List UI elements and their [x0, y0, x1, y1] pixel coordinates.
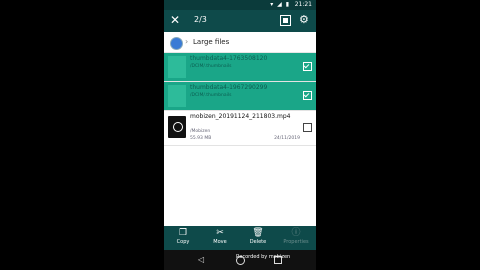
breadcrumb: › Large files — [164, 32, 316, 53]
trash-icon: 🗑 — [252, 228, 264, 238]
delete-label: Delete — [249, 239, 267, 245]
selection-count: 2/3 — [194, 15, 207, 24]
scissors-icon: ✂ — [216, 228, 224, 238]
file-list: thumbdata4-1763508120 /DCIM/.thumbnails … — [164, 53, 316, 146]
file-thumbnail-icon — [168, 56, 186, 78]
file-date: 24/11/2019 — [274, 136, 300, 141]
file-thumbnail-icon — [168, 85, 186, 107]
move-label: Move — [213, 239, 227, 245]
status-icons: ▾ ◢ ▮ — [270, 1, 290, 8]
file-checkbox[interactable] — [303, 123, 312, 132]
file-name: thumbdata4-1763508120 — [190, 55, 268, 62]
status-time: 21:21 — [294, 1, 312, 8]
file-path: /DCIM/.thumbnails — [190, 64, 232, 69]
select-all-icon[interactable] — [280, 15, 291, 26]
status-bar: ▾ ◢ ▮ 21:21 — [164, 0, 316, 10]
navigation-bar: ◁ — [164, 250, 316, 270]
list-item[interactable]: thumbdata4-1967290299 /DCIM/.thumbnails — [164, 82, 316, 111]
properties-button[interactable]: ⓘ Properties — [281, 228, 311, 245]
list-item[interactable]: thumbdata4-1763508120 /DCIM/.thumbnails — [164, 53, 316, 82]
file-path: /DCIM/.thumbnails — [190, 93, 232, 98]
move-button[interactable]: ✂ Move — [205, 228, 235, 245]
file-checkbox[interactable] — [303, 91, 312, 100]
delete-button[interactable]: 🗑 Delete — [243, 228, 273, 245]
video-thumbnail-icon — [168, 116, 186, 138]
action-bar: ❐ Copy ✂ Move 🗑 Delete ⓘ Properties — [164, 226, 316, 250]
file-size: 55.93 MB — [190, 136, 212, 141]
file-checkbox[interactable] — [303, 62, 312, 71]
close-icon[interactable]: ✕ — [170, 13, 180, 27]
file-name: mobizen_20191124_211803.mp4 — [190, 113, 291, 120]
copy-button[interactable]: ❐ Copy — [168, 228, 198, 245]
phone-screen: ▾ ◢ ▮ 21:21 ✕ 2/3 ⚙ › Large files thumbd… — [164, 0, 316, 270]
file-name: thumbdata4-1967290299 — [190, 84, 268, 91]
settings-icon[interactable]: ⚙ — [299, 13, 309, 26]
copy-icon: ❐ — [178, 228, 188, 238]
app-bar: ✕ 2/3 ⚙ — [164, 10, 316, 32]
recording-watermark: Recorded by mobizen — [236, 254, 291, 260]
list-item[interactable]: mobizen_20191124_211803.mp4 /Mobizen 55.… — [164, 111, 316, 146]
copy-label: Copy — [176, 239, 190, 245]
properties-label: Properties — [283, 239, 309, 245]
chevron-right-icon: › — [185, 37, 189, 46]
breadcrumb-label[interactable]: Large files — [193, 38, 229, 46]
back-icon[interactable]: ◁ — [198, 255, 204, 264]
info-icon: ⓘ — [291, 228, 301, 238]
file-path: /Mobizen — [190, 129, 211, 134]
storage-icon[interactable] — [170, 37, 183, 50]
